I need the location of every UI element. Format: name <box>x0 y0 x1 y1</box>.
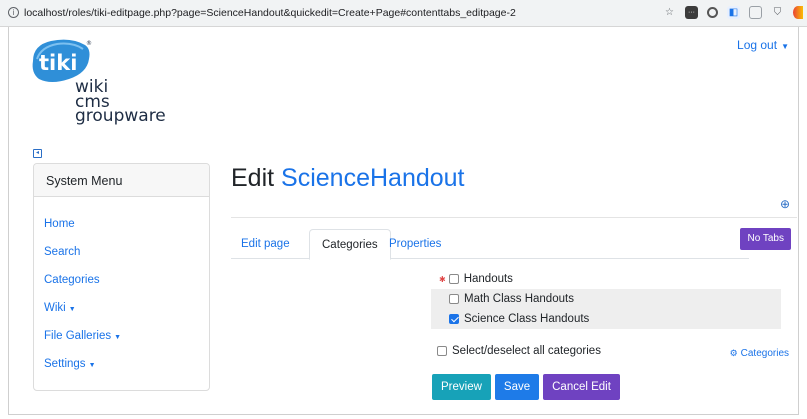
action-buttons: Preview Save Cancel Edit <box>432 374 620 400</box>
zoom-in-icon[interactable]: ⊕ <box>780 197 790 211</box>
logo-text: wiki cms groupware <box>75 79 166 126</box>
page-title: Edit ScienceHandout <box>231 164 465 193</box>
extension-dark-icon[interactable]: ··· <box>685 6 698 19</box>
gear-icon: ⚙ <box>729 348 738 358</box>
category-row-science[interactable]: Science Class Handouts <box>431 309 781 329</box>
caret-down-icon[interactable]: ▼ <box>89 362 96 369</box>
logout-menu[interactable]: Log out ▼ <box>737 38 789 52</box>
select-all-label[interactable]: Select/deselect all categories <box>452 345 601 357</box>
extension-multicolor-icon[interactable] <box>793 6 803 19</box>
select-all-checkbox[interactable] <box>437 346 447 356</box>
preview-button[interactable]: Preview <box>432 374 491 400</box>
logo-line-3: groupware <box>75 106 166 126</box>
tab-edit-page[interactable]: Edit page <box>241 229 290 259</box>
site-info-icon[interactable]: i <box>8 7 19 18</box>
browser-url-bar[interactable]: i localhost/roles/tiki-editpage.php?page… <box>0 0 807 27</box>
title-divider <box>231 217 797 218</box>
cancel-edit-button[interactable]: Cancel Edit <box>543 374 620 400</box>
select-all-categories[interactable]: Select/deselect all categories <box>437 345 601 357</box>
collapse-sidebar-icon[interactable]: ◂ <box>33 149 42 158</box>
site-logo[interactable]: tiki ® wiki cms groupware <box>29 35 209 135</box>
logo-badge-text: tiki <box>39 51 77 75</box>
category-tree: ✱ Handouts Math Class Handouts Science C… <box>431 269 781 329</box>
sidebar-item-categories[interactable]: Categories <box>44 273 209 301</box>
logout-label[interactable]: Log out <box>737 38 777 52</box>
browser-toolbar-icons: ☆ ··· ◧ ⛉ <box>663 6 803 19</box>
page-title-link[interactable]: ScienceHandout <box>281 164 464 192</box>
category-row-math[interactable]: Math Class Handouts <box>431 289 781 309</box>
page-title-prefix: Edit <box>231 164 275 192</box>
categories-link-label[interactable]: Categories <box>741 348 789 359</box>
sidebar-item-file-galleries[interactable]: File Galleries ▼ <box>44 329 209 357</box>
category-label-handouts[interactable]: Handouts <box>464 273 513 285</box>
page-body: Log out ▼ tiki ® wiki cms groupware ◂ Sys… <box>8 27 799 415</box>
required-asterisk-icon: ✱ <box>439 274 446 284</box>
category-label-math[interactable]: Math Class Handouts <box>464 293 574 305</box>
edit-tabs: Edit page Categories Properties <box>231 229 749 260</box>
sidebar-item-settings[interactable]: Settings ▼ <box>44 357 209 385</box>
sidebar-item-wiki[interactable]: Wiki ▼ <box>44 301 209 329</box>
system-menu-title: System Menu <box>34 164 209 197</box>
category-checkbox-handouts[interactable] <box>448 274 459 284</box>
extension-circle-icon[interactable] <box>707 7 718 18</box>
star-icon[interactable]: ☆ <box>663 6 676 19</box>
category-row-handouts[interactable]: ✱ Handouts <box>431 269 781 289</box>
sidebar-item-home[interactable]: Home <box>44 217 209 245</box>
category-label-science[interactable]: Science Class Handouts <box>464 313 589 325</box>
svg-text:®: ® <box>86 40 92 47</box>
extension-grey-icon[interactable] <box>749 6 762 19</box>
caret-down-icon[interactable]: ▼ <box>114 334 121 341</box>
shield-icon[interactable]: ⛉ <box>771 6 784 19</box>
save-button[interactable]: Save <box>494 374 540 400</box>
tab-categories[interactable]: Categories <box>309 229 391 260</box>
category-checkbox-math[interactable] <box>449 294 459 304</box>
url-text[interactable]: localhost/roles/tiki-editpage.php?page=S… <box>24 7 516 19</box>
system-menu: System Menu Home Search Categories Wiki ▼… <box>33 163 210 391</box>
system-menu-list: Home Search Categories Wiki ▼ File Galler… <box>34 197 209 385</box>
extension-blue-icon[interactable]: ◧ <box>727 6 740 19</box>
sidebar-item-search[interactable]: Search <box>44 245 209 273</box>
caret-down-icon[interactable]: ▼ <box>69 306 76 313</box>
tab-properties[interactable]: Properties <box>389 229 441 259</box>
categories-admin-link[interactable]: ⚙ Categories <box>730 348 789 359</box>
category-checkbox-science[interactable] <box>449 314 459 324</box>
caret-down-icon[interactable]: ▼ <box>781 42 789 51</box>
